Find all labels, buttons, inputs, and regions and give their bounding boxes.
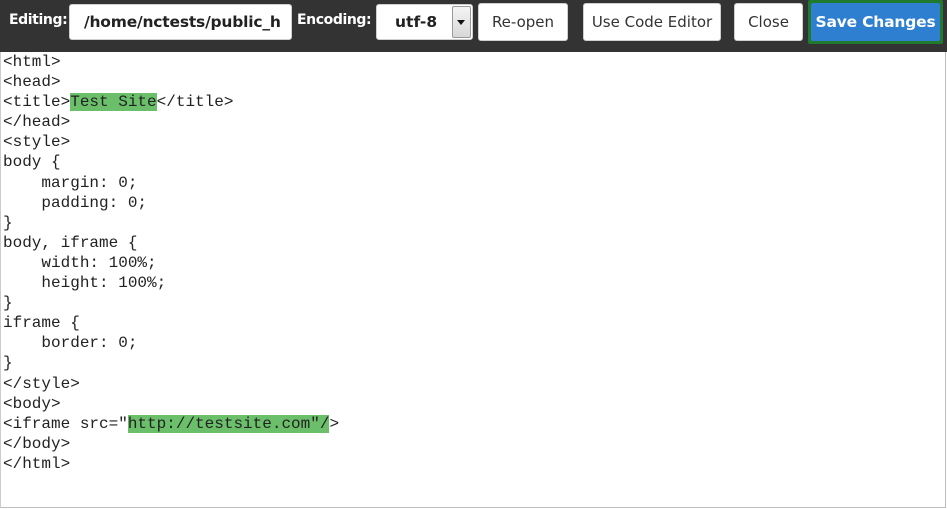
search-highlight: http://testsite.com"/ — [127, 414, 330, 433]
code-text: <title> — [3, 93, 71, 112]
editing-label: Editing: — [9, 12, 68, 28]
code-line[interactable]: <head> — [3, 72, 339, 92]
code-line[interactable]: border: 0; — [3, 333, 339, 353]
code-text: margin: 0; — [3, 173, 138, 192]
code-text: </body> — [3, 434, 71, 453]
code-text: body, iframe { — [3, 233, 138, 252]
code-line[interactable]: body { — [3, 152, 339, 172]
code-line[interactable]: body, iframe { — [3, 233, 339, 253]
code-text: width: 100%; — [3, 253, 157, 272]
code-line[interactable]: } — [3, 213, 339, 233]
code-editor[interactable]: <html> <head> <title>Test Site</title> </he… — [0, 52, 946, 508]
code-text: </html> — [3, 454, 71, 473]
code-line[interactable]: </body> — [3, 434, 339, 454]
code-line[interactable]: </html> — [3, 454, 339, 474]
encoding-select[interactable]: utf-8 — [376, 4, 473, 40]
code-line[interactable]: iframe { — [3, 313, 339, 333]
search-highlight: Test Site — [70, 93, 157, 112]
code-text: height: 100%; — [3, 274, 167, 293]
code-text: </head> — [3, 113, 71, 132]
code-text: border: 0; — [3, 334, 138, 353]
code-line[interactable]: } — [3, 293, 339, 313]
code-line[interactable]: margin: 0; — [3, 173, 339, 193]
code-line[interactable]: width: 100%; — [3, 253, 339, 273]
editor-toolbar: Editing: /home/nctests/public_h Encoding… — [0, 0, 947, 52]
code-text: body { — [3, 153, 61, 172]
code-text: <body> — [3, 394, 61, 413]
code-text: <html> — [3, 53, 61, 71]
chevron-down-icon[interactable] — [452, 6, 471, 38]
code-line[interactable]: } — [3, 353, 339, 373]
encoding-label: Encoding: — [297, 12, 372, 28]
code-text: } — [3, 294, 13, 313]
code-text: <iframe src=" — [3, 414, 128, 433]
code-line[interactable]: padding: 0; — [3, 193, 339, 213]
code-line[interactable]: <iframe src="http://testsite.com"/> — [3, 414, 339, 434]
code-text: </style> — [3, 374, 80, 393]
code-line[interactable]: <body> — [3, 394, 339, 414]
encoding-value: utf-8 — [395, 13, 438, 31]
file-path-input[interactable]: /home/nctests/public_h — [69, 4, 292, 40]
code-text: <style> — [3, 133, 71, 152]
use-code-editor-button[interactable]: Use Code Editor — [583, 3, 721, 41]
code-line[interactable]: <title>Test Site</title> — [3, 92, 339, 112]
code-line[interactable]: <style> — [3, 132, 339, 152]
save-changes-button[interactable]: Save Changes — [811, 3, 940, 41]
code-line[interactable]: </head> — [3, 112, 339, 132]
code-text: } — [3, 213, 13, 232]
save-changes-focus-ring: Save Changes — [808, 0, 943, 44]
code-line[interactable]: height: 100%; — [3, 273, 339, 293]
code-text: <head> — [3, 73, 61, 92]
code-line[interactable]: <html> — [3, 52, 339, 72]
code-line[interactable]: </style> — [3, 374, 339, 394]
code-text: } — [3, 354, 13, 373]
code-text: iframe { — [3, 314, 80, 333]
close-button[interactable]: Close — [734, 3, 803, 41]
code-content[interactable]: <html> <head> <title>Test Site</title> </he… — [3, 52, 339, 474]
code-text: padding: 0; — [3, 193, 148, 212]
reopen-button[interactable]: Re-open — [478, 3, 568, 41]
code-text: </title> — [156, 93, 234, 112]
code-text: > — [329, 414, 340, 433]
